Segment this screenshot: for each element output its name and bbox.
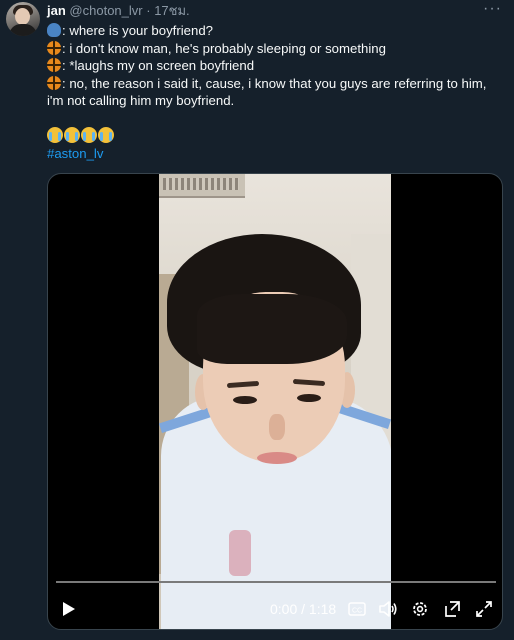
video-frame[interactable]	[159, 174, 391, 629]
fullscreen-button[interactable]	[474, 598, 494, 620]
author-name[interactable]: jan	[47, 3, 66, 18]
lips	[257, 452, 297, 464]
separator-dot: ·	[146, 3, 151, 18]
video-timecode: 0:00 / 1:18	[270, 601, 337, 617]
captions-icon: CC	[348, 602, 366, 616]
crying-face-icon	[81, 126, 97, 143]
volume-button[interactable]	[378, 598, 398, 620]
dialogue-text: : where is your boyfriend?	[62, 23, 213, 38]
author-handle[interactable]: @choton_lvr	[69, 3, 142, 18]
shirt-print	[229, 530, 251, 576]
avatar-shirt	[9, 24, 37, 36]
nose	[269, 414, 285, 440]
captions-button[interactable]: CC	[348, 598, 366, 620]
fullscreen-icon	[476, 601, 492, 617]
emoji-row	[47, 126, 505, 146]
hair-fringe	[197, 294, 347, 364]
basketball-icon	[47, 40, 61, 55]
tweet-header: jan @choton_lvr · 17ชม.	[47, 2, 190, 19]
gear-icon	[413, 602, 427, 616]
dialogue-text: : i don't know man, he's probably sleepi…	[62, 40, 386, 56]
tweet-text: : where is your boyfriend? : i don't kno…	[47, 22, 505, 163]
volume-icon	[379, 601, 397, 617]
eye	[297, 394, 321, 402]
more-options-icon[interactable]: ···	[483, 0, 502, 18]
crying-face-icon	[47, 126, 63, 143]
play-button[interactable]	[58, 598, 80, 620]
crying-face-icon	[98, 126, 114, 143]
avatar-face	[15, 8, 30, 25]
tweet-timestamp[interactable]: 17ชม.	[154, 3, 189, 18]
captions-label: CC	[352, 608, 362, 615]
hashtag-link[interactable]: #aston_lv	[47, 145, 505, 163]
picture-in-picture-button[interactable]	[442, 598, 462, 620]
crying-face-icon	[64, 126, 80, 143]
avatar[interactable]	[6, 2, 40, 36]
dialogue-line: : where is your boyfriend?	[47, 22, 505, 40]
ac-vent	[163, 178, 239, 190]
basketball-icon	[47, 58, 61, 72]
pip-icon	[445, 601, 460, 617]
dialogue-line: : *laughs my on screen boyfriend	[47, 57, 505, 75]
basketball-icon	[47, 75, 61, 90]
dialogue-line: : no, the reason i said it, cause, i kno…	[47, 75, 505, 110]
tweet: jan @choton_lvr · 17ชม. ··· : where is y…	[0, 0, 514, 640]
dialogue-text: : *laughs my on screen boyfriend	[62, 58, 255, 73]
air-conditioner	[159, 174, 245, 198]
video-player[interactable]: 0:00 / 1:18 CC	[47, 173, 503, 630]
play-icon	[63, 602, 75, 616]
person-icon	[47, 23, 61, 37]
dialogue-text: : no, the reason i said it, cause, i kno…	[47, 75, 487, 109]
dialogue-line: : i don't know man, he's probably sleepi…	[47, 40, 505, 58]
progress-bar[interactable]	[56, 581, 496, 583]
video-controls: 0:00 / 1:18 CC	[48, 594, 502, 624]
settings-button[interactable]	[410, 598, 430, 620]
eye	[233, 396, 257, 404]
